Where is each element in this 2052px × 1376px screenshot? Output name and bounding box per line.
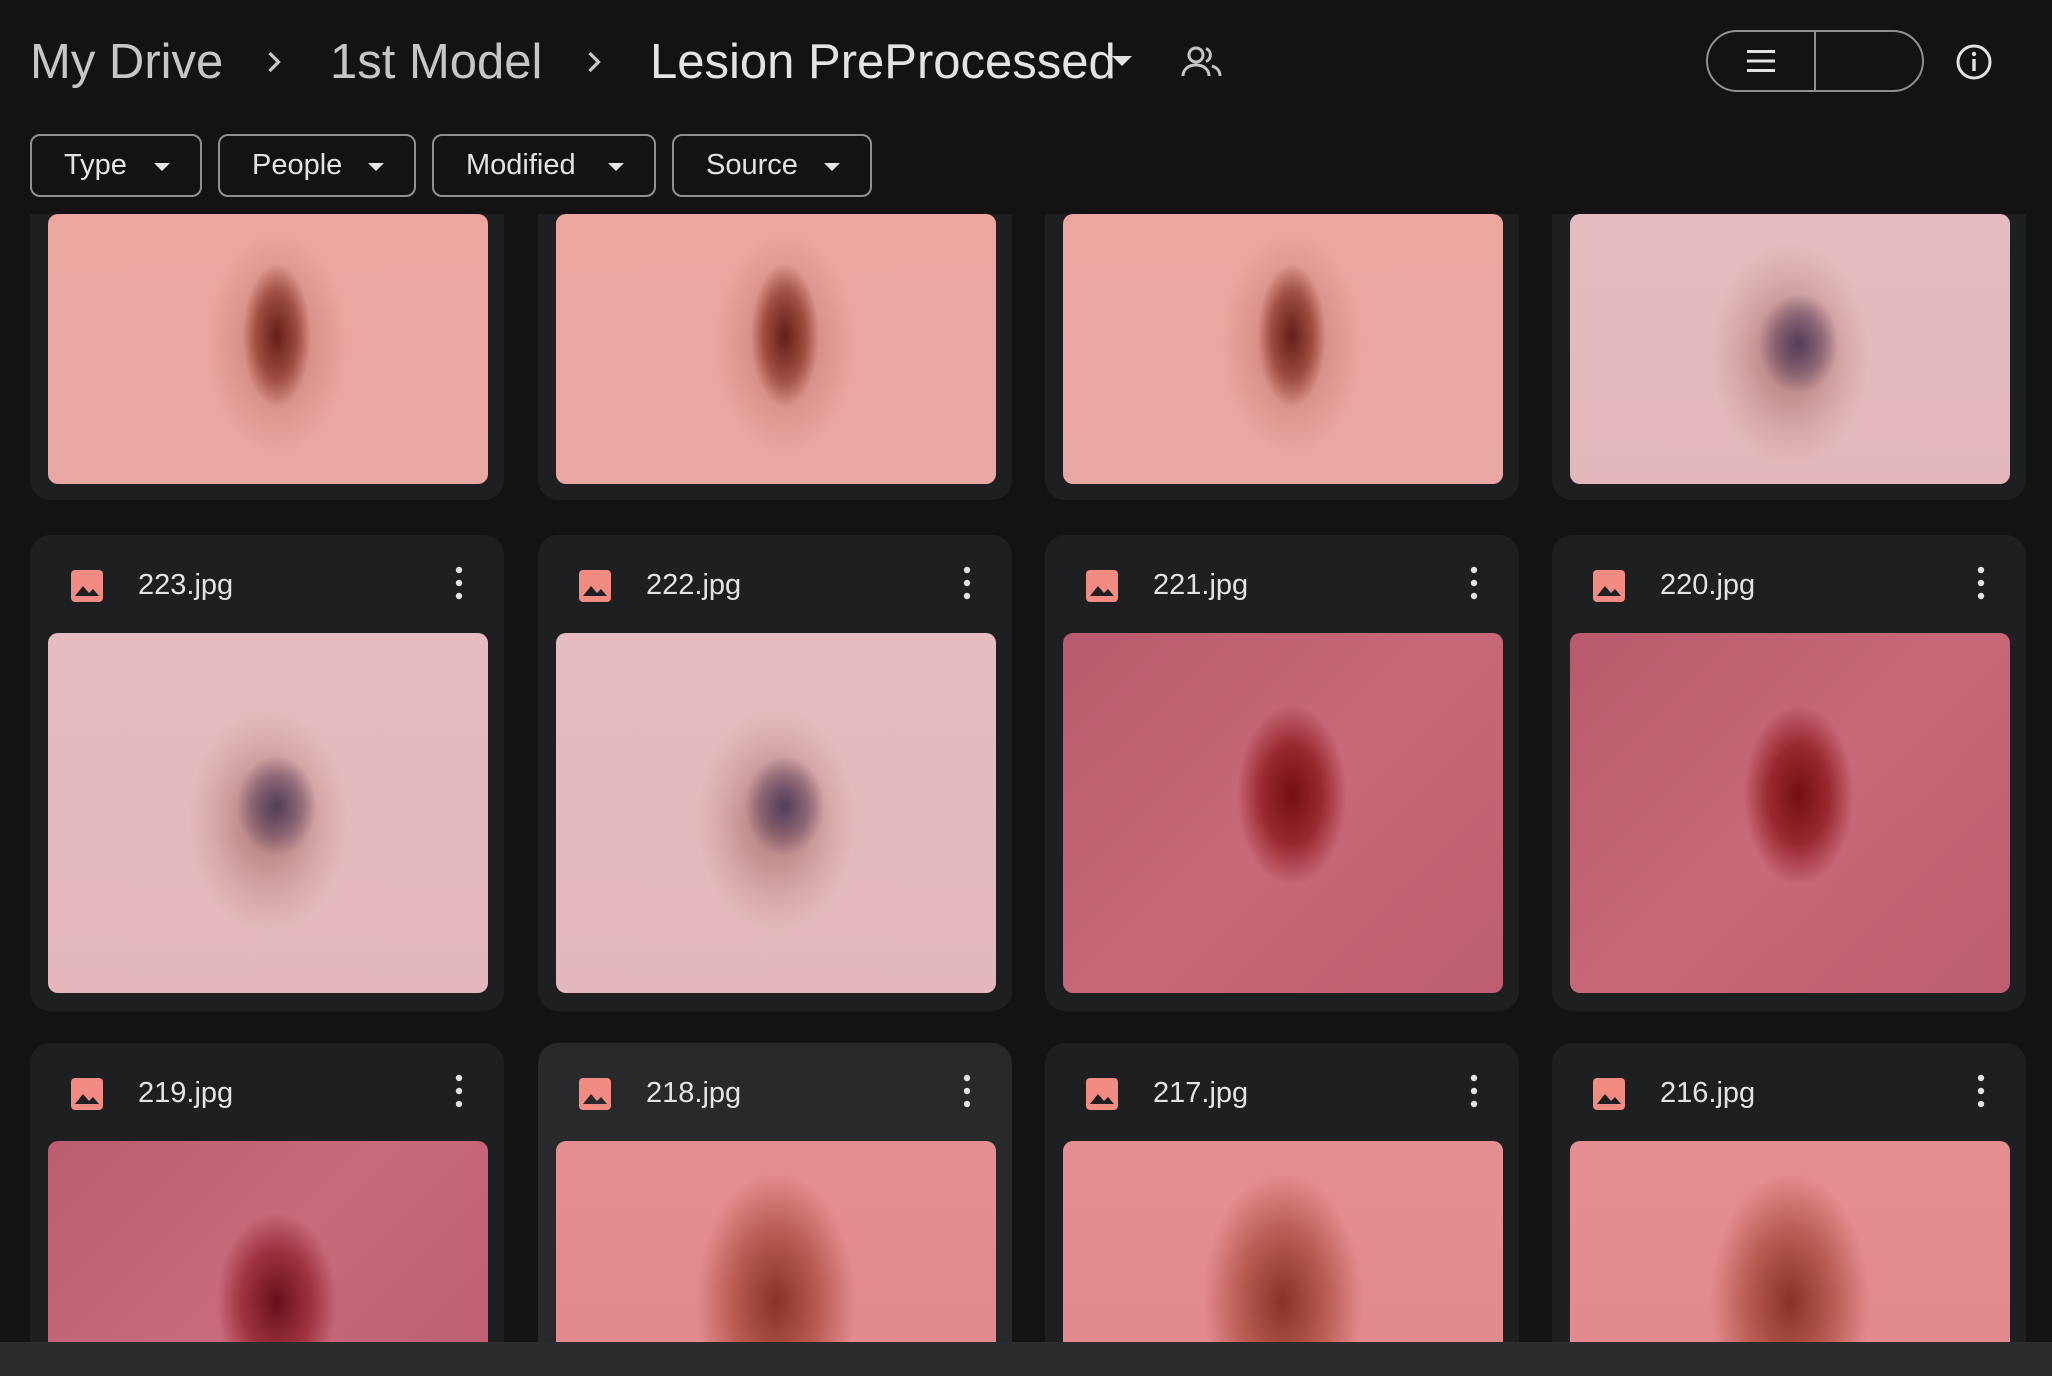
more-vert-icon[interactable]: [1976, 1073, 1986, 1109]
more-vert-icon[interactable]: [1976, 565, 1986, 601]
file-thumbnail: [48, 1141, 488, 1342]
filter-modified-chip[interactable]: Modified: [432, 134, 656, 197]
file-thumbnail: [1570, 1141, 2010, 1342]
view-toggle: [1706, 30, 1924, 92]
file-card-header: 223.jpg: [30, 535, 504, 633]
image-file-icon: [1086, 570, 1118, 602]
filter-label: Source: [706, 149, 798, 181]
file-name: 221.jpg: [1153, 569, 1249, 601]
page-title[interactable]: Lesion PreProcessed: [650, 28, 1116, 96]
file-thumbnail: [48, 214, 488, 484]
file-card[interactable]: [1045, 214, 1519, 500]
file-name: 217.jpg: [1153, 1077, 1249, 1109]
filter-source-chip[interactable]: Source: [672, 134, 872, 197]
folder-menu-caret-icon[interactable]: [1112, 56, 1132, 66]
image-file-icon: [579, 570, 611, 602]
file-card-header: 220.jpg: [1552, 535, 2026, 633]
file-name: 222.jpg: [646, 569, 742, 601]
breadcrumb-1st-model[interactable]: 1st Model: [330, 28, 542, 96]
file-card-header: 217.jpg: [1045, 1043, 1519, 1141]
file-thumbnail: [556, 214, 996, 484]
filter-label: People: [252, 149, 343, 181]
more-vert-icon[interactable]: [1469, 565, 1479, 601]
file-card-header: 221.jpg: [1045, 535, 1519, 633]
file-card[interactable]: [538, 214, 1012, 500]
image-file-icon: [71, 570, 103, 602]
filter-label: Modified: [466, 149, 576, 181]
shared-people-icon[interactable]: [1180, 42, 1224, 82]
caret-down-icon: [154, 163, 170, 171]
file-thumbnail: [1570, 633, 2010, 993]
file-thumbnail: [48, 633, 488, 993]
list-icon: [1747, 50, 1775, 72]
filter-label: Type: [64, 149, 127, 181]
chevron-right-icon: [576, 44, 612, 80]
file-card[interactable]: [1552, 214, 2026, 500]
file-card[interactable]: 220.jpg: [1552, 535, 2026, 1011]
file-card[interactable]: 221.jpg: [1045, 535, 1519, 1011]
file-thumbnail: [556, 1141, 996, 1342]
file-card[interactable]: [30, 214, 504, 500]
more-vert-icon[interactable]: [454, 1073, 464, 1109]
file-card[interactable]: 219.jpg: [30, 1043, 504, 1342]
file-thumbnail: [1063, 1141, 1503, 1342]
file-card-header: 216.jpg: [1552, 1043, 2026, 1141]
file-card[interactable]: 216.jpg: [1552, 1043, 2026, 1342]
list-view-button[interactable]: [1708, 32, 1816, 90]
info-icon[interactable]: [1954, 42, 1994, 82]
file-name: 223.jpg: [138, 569, 234, 601]
file-card-header: 219.jpg: [30, 1043, 504, 1141]
file-thumbnail: [1063, 633, 1503, 993]
caret-down-icon: [608, 163, 624, 171]
more-vert-icon[interactable]: [962, 565, 972, 601]
file-thumbnail: [556, 633, 996, 993]
bottom-bar: [0, 1342, 2052, 1376]
chevron-right-icon: [256, 44, 292, 80]
file-name: 218.jpg: [646, 1077, 742, 1109]
file-name: 220.jpg: [1660, 569, 1756, 601]
image-file-icon: [579, 1078, 611, 1110]
image-file-icon: [71, 1078, 103, 1110]
filter-people-chip[interactable]: People: [218, 134, 416, 197]
more-vert-icon[interactable]: [1469, 1073, 1479, 1109]
image-file-icon: [1593, 570, 1625, 602]
more-vert-icon[interactable]: [962, 1073, 972, 1109]
header: My Drive 1st Model Lesion PreProcessed: [0, 0, 2052, 125]
file-card[interactable]: 217.jpg: [1045, 1043, 1519, 1342]
file-card[interactable]: 218.jpg: [538, 1043, 1012, 1342]
image-file-icon: [1086, 1078, 1118, 1110]
file-card-header: 218.jpg: [538, 1043, 1012, 1141]
file-grid: 223.jpg 222.jpg 221.jpg 220.jpg 219.jpg …: [0, 214, 2052, 1342]
image-file-icon: [1593, 1078, 1625, 1110]
file-card[interactable]: 222.jpg: [538, 535, 1012, 1011]
file-name: 219.jpg: [138, 1077, 234, 1109]
file-card[interactable]: 223.jpg: [30, 535, 504, 1011]
file-thumbnail: [1570, 214, 2010, 484]
breadcrumb-my-drive[interactable]: My Drive: [30, 28, 223, 96]
more-vert-icon[interactable]: [454, 565, 464, 601]
file-card-header: 222.jpg: [538, 535, 1012, 633]
filter-type-chip[interactable]: Type: [30, 134, 202, 197]
file-thumbnail: [1063, 214, 1503, 484]
caret-down-icon: [368, 163, 384, 171]
caret-down-icon: [824, 163, 840, 171]
file-name: 216.jpg: [1660, 1077, 1756, 1109]
